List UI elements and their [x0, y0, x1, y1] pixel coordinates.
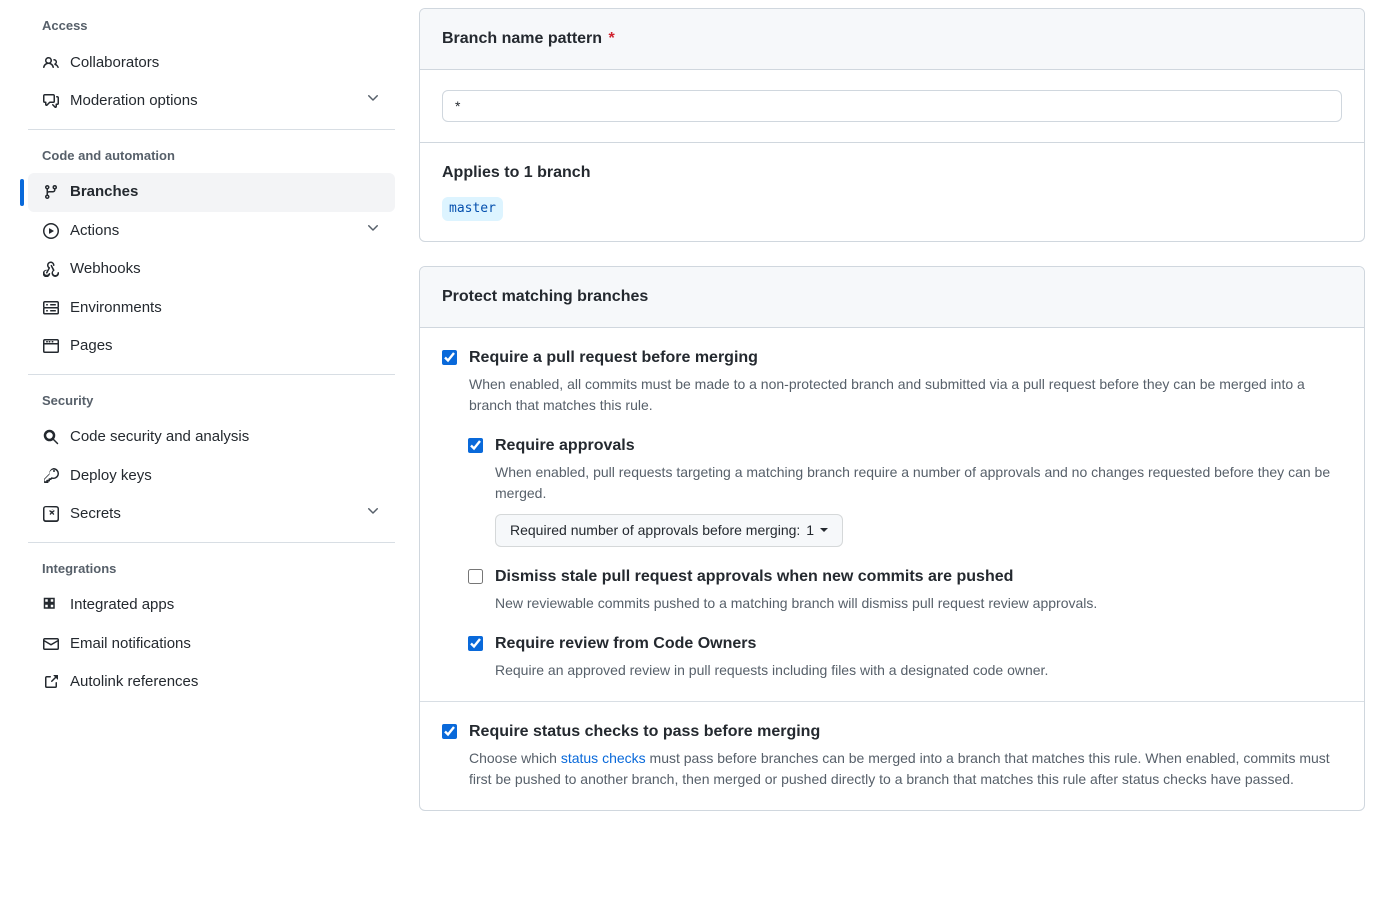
protect-branches-card: Protect matching branches Require a pull… — [419, 266, 1365, 811]
dismiss-stale-title: Dismiss stale pull request approvals whe… — [495, 565, 1342, 589]
sidebar-item-code-security[interactable]: Code security and analysis — [28, 418, 395, 457]
sidebar-item-autolink[interactable]: Autolink references — [28, 663, 395, 702]
people-icon — [42, 54, 60, 72]
sidebar-item-label: Webhooks — [70, 258, 381, 281]
main-content: Branch name pattern * Applies to 1 branc… — [395, 0, 1395, 851]
require-approvals-check: Require approvals When enabled, pull req… — [468, 434, 1342, 547]
sidebar-item-label: Deploy keys — [70, 465, 381, 488]
require-approvals-title: Require approvals — [495, 434, 1342, 458]
status-checks-link[interactable]: status checks — [561, 750, 646, 766]
code-owners-desc: Require an approved review in pull reque… — [495, 660, 1342, 681]
codescan-icon — [42, 428, 60, 446]
sidebar-item-label: Pages — [70, 335, 381, 358]
sidebar-item-environments[interactable]: Environments — [28, 289, 395, 328]
webhook-icon — [42, 260, 60, 278]
approvals-dropdown-label: Required number of approvals before merg… — [510, 520, 800, 541]
dismiss-stale-checkbox[interactable] — [468, 569, 483, 584]
sidebar-item-deploy-keys[interactable]: Deploy keys — [28, 457, 395, 496]
branch-pattern-header: Branch name pattern * — [420, 9, 1364, 70]
sidebar-item-branches[interactable]: Branches — [28, 173, 395, 212]
chevron-down-icon — [365, 90, 381, 112]
require-pr-checkbox[interactable] — [442, 350, 457, 365]
status-checks-check: Require status checks to pass before mer… — [442, 720, 1342, 790]
sidebar-header-code: Code and automation — [28, 146, 395, 174]
require-approvals-checkbox[interactable] — [468, 438, 483, 453]
apps-icon — [42, 596, 60, 614]
dismiss-stale-check: Dismiss stale pull request approvals whe… — [468, 565, 1342, 614]
sidebar-item-label: Email notifications — [70, 633, 381, 656]
play-circle-icon — [42, 222, 60, 240]
sidebar-item-label: Branches — [70, 181, 381, 204]
git-branch-icon — [42, 183, 60, 201]
protect-branches-header: Protect matching branches — [420, 267, 1364, 328]
protect-group-pr: Require a pull request before merging Wh… — [420, 328, 1364, 702]
require-pr-check: Require a pull request before merging Wh… — [442, 346, 1342, 416]
caret-down-icon — [820, 528, 828, 532]
sidebar-item-label: Actions — [70, 220, 355, 243]
cross-reference-icon — [42, 673, 60, 691]
sidebar-item-label: Integrated apps — [70, 594, 381, 617]
comment-discussion-icon — [42, 92, 60, 110]
matched-branch-pill: master — [442, 197, 503, 221]
code-owners-check: Require review from Code Owners Require … — [468, 632, 1342, 681]
sidebar-header-security: Security — [28, 391, 395, 419]
sidebar-header-access: Access — [28, 16, 395, 44]
branch-pattern-card: Branch name pattern * Applies to 1 branc… — [419, 8, 1365, 242]
sidebar-header-integrations: Integrations — [28, 559, 395, 587]
branch-pattern-title: Branch name pattern — [442, 30, 602, 47]
require-pr-subchecks: Require approvals When enabled, pull req… — [468, 434, 1342, 681]
applies-to-header: Applies to 1 branch — [442, 161, 1342, 185]
key-asterisk-icon — [42, 505, 60, 523]
applies-to-section: Applies to 1 branch master — [420, 142, 1364, 241]
sidebar-item-email-notifications[interactable]: Email notifications — [28, 625, 395, 664]
sidebar-item-collaborators[interactable]: Collaborators — [28, 44, 395, 83]
sidebar-item-actions[interactable]: Actions — [28, 212, 395, 251]
sidebar-item-pages[interactable]: Pages — [28, 327, 395, 366]
status-checks-desc: Choose which status checks must pass bef… — [469, 748, 1342, 790]
sidebar-section-integrations: Integrations Integrated apps Email notif… — [28, 559, 395, 710]
sidebar-item-moderation[interactable]: Moderation options — [28, 82, 395, 121]
mail-icon — [42, 635, 60, 653]
required-indicator: * — [609, 30, 615, 47]
sidebar-section-security: Security Code security and analysis Depl… — [28, 391, 395, 543]
code-owners-checkbox[interactable] — [468, 636, 483, 651]
sidebar-item-label: Code security and analysis — [70, 426, 381, 449]
approvals-dropdown-value: 1 — [806, 520, 814, 541]
sidebar-item-label: Autolink references — [70, 671, 381, 694]
chevron-down-icon — [365, 503, 381, 525]
approvals-count-dropdown[interactable]: Required number of approvals before merg… — [495, 514, 843, 547]
browser-icon — [42, 337, 60, 355]
protect-group-status-checks: Require status checks to pass before mer… — [420, 702, 1364, 810]
chevron-down-icon — [365, 220, 381, 242]
sidebar-item-label: Moderation options — [70, 90, 355, 113]
protect-branches-body: Require a pull request before merging Wh… — [420, 328, 1364, 810]
key-icon — [42, 467, 60, 485]
status-checks-checkbox[interactable] — [442, 724, 457, 739]
sidebar-item-label: Environments — [70, 297, 381, 320]
require-pr-desc: When enabled, all commits must be made t… — [469, 374, 1342, 416]
sidebar-section-code: Code and automation Branches Actions Web… — [28, 146, 395, 375]
sidebar-item-label: Secrets — [70, 503, 355, 526]
sidebar-section-access: Access Collaborators Moderation options — [28, 16, 395, 130]
branch-pattern-body — [420, 70, 1364, 142]
sidebar-item-label: Collaborators — [70, 52, 381, 75]
status-checks-title: Require status checks to pass before mer… — [469, 720, 1342, 744]
require-pr-title: Require a pull request before merging — [469, 346, 1342, 370]
server-icon — [42, 299, 60, 317]
status-checks-desc-pre: Choose which — [469, 750, 561, 766]
sidebar-item-integrated-apps[interactable]: Integrated apps — [28, 586, 395, 625]
branch-pattern-input[interactable] — [442, 90, 1342, 122]
code-owners-title: Require review from Code Owners — [495, 632, 1342, 656]
settings-sidebar: Access Collaborators Moderation options … — [0, 0, 395, 851]
require-approvals-desc: When enabled, pull requests targeting a … — [495, 462, 1342, 504]
sidebar-item-secrets[interactable]: Secrets — [28, 495, 395, 534]
sidebar-item-webhooks[interactable]: Webhooks — [28, 250, 395, 289]
dismiss-stale-desc: New reviewable commits pushed to a match… — [495, 593, 1342, 614]
